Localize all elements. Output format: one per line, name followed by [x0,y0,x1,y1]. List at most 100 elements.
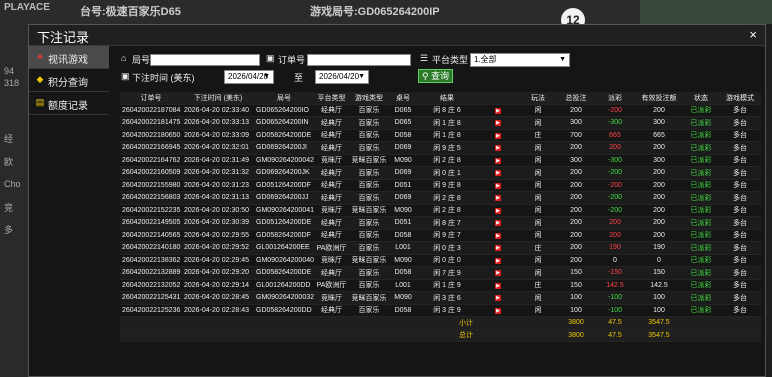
cell-game-no: GD069264200JK [254,166,314,180]
cell-table-no: D058 [389,229,417,242]
col-status[interactable]: 状态 [683,92,719,105]
cell-valid-bet: 200 [635,216,683,230]
sidebar-item-credit[interactable]: ▤ 额度记录 [29,92,109,115]
cell-result: 闲 2 庄 8 [417,191,477,205]
cell-game-mode: 多台 [719,229,761,242]
table-row: 260420022125236 2026-04-20 02:28:43 GD0582… [120,304,761,317]
order-no-label: 订单号 [278,55,306,65]
play-replay-icon[interactable]: ▶ [495,307,501,314]
col-valid-bet[interactable]: 有效投注额 [635,92,683,105]
play-replay-icon[interactable]: ▶ [495,195,501,202]
table-row: 260420022181475 2026-04-20 02:33:13 GD0652… [120,116,761,130]
play-replay-icon[interactable]: ▶ [495,282,501,289]
sidebar-item-points[interactable]: ◆ 积分查询 [29,69,109,92]
close-icon[interactable]: × [749,27,757,42]
date-from-value: 2026/04/20 [228,72,269,81]
summary-total-bet: 3800 [557,316,595,330]
cell-bet-time: 2026-04-20 02:29:45 [182,254,254,267]
play-replay-icon[interactable]: ▶ [495,170,501,177]
play-replay-icon[interactable]: ▶ [495,132,501,139]
summary-valid-bet: 3547.5 [635,316,683,330]
col-game-no[interactable]: 局号 [254,92,314,105]
col-bet-time[interactable]: 下注时间 (美东) [182,92,254,105]
cell-order-no: 260420022149505 [120,216,182,230]
cell-game-type: 百家乐 [349,304,389,317]
cell-bet-time: 2026-04-20 02:28:45 [182,291,254,305]
col-result[interactable]: 结果 [417,92,477,105]
cell-payout: 200 [595,216,635,230]
document-icon: ▤ [35,97,45,107]
cell-order-no: 260420022155980 [120,179,182,192]
table-row: 260420022140180 2026-04-20 02:29:52 GL0012… [120,241,761,255]
sidebar-item-video-games[interactable]: ♠ 视讯游戏 [29,46,109,69]
cell-game-mode: 多台 [719,179,761,192]
col-game-type[interactable]: 游戏类型 [349,92,389,105]
cell-status: 已派彩 [683,304,719,317]
cell-game-no: GD058264200DF [254,229,314,242]
play-replay-icon[interactable]: ▶ [495,232,501,239]
col-order-no[interactable]: 订单号 [120,92,182,105]
cell-order-no: 260420022140180 [120,241,182,255]
query-button[interactable]: ⚲ 查询 [418,69,453,83]
play-replay-icon[interactable]: ▶ [495,220,501,227]
cell-total-bet: 300 [557,116,595,130]
cell-platform: 竞眯厅 [314,254,349,267]
game-no-input[interactable] [150,54,260,66]
cell-status: 已派彩 [683,266,719,280]
cell-total-bet: 100 [557,304,595,317]
cell-platform: 经典厅 [314,304,349,317]
play-replay-icon[interactable]: ▶ [495,270,501,277]
cell-status: 已派彩 [683,116,719,130]
cell-order-no: 260420022160509 [120,166,182,180]
list-icon: ☰ [420,53,429,63]
date-from-select[interactable]: 2026/04/20 ▼ [224,70,274,84]
cell-game-type: 百家乐 [349,241,389,255]
play-replay-icon[interactable]: ▶ [495,207,501,214]
play-replay-icon[interactable]: ▶ [495,295,501,302]
play-replay-icon[interactable]: ▶ [495,157,501,164]
date-to-select[interactable]: 2026/04/20 ▼ [315,70,369,84]
table-row: 260420022160509 2026-04-20 02:31:32 GD0692… [120,166,761,180]
cell-platform: 经典厅 [314,191,349,205]
play-replay-icon[interactable]: ▶ [495,145,501,152]
col-table-no[interactable]: 桌号 [389,92,417,105]
cell-game-type: 百家乐 [349,179,389,192]
play-replay-icon[interactable]: ▶ [495,257,501,264]
cell-game-mode: 多台 [719,279,761,292]
cell-game-mode: 多台 [719,141,761,155]
order-no-input[interactable] [307,54,411,66]
cell-game-type: 竞眯百家乐 [349,254,389,267]
cell-replay: ▶ [477,154,519,167]
table-label: 台号:极速百家乐D65 [80,6,181,18]
cell-bet-type: 闲 [519,166,557,180]
play-replay-icon[interactable]: ▶ [495,245,501,252]
cell-order-no: 260420022164762 [120,154,182,167]
cell-game-mode: 多台 [719,104,761,117]
cell-game-mode: 多台 [719,116,761,130]
summary-empty [719,329,761,342]
cell-order-no: 260420022132052 [120,279,182,292]
cell-replay: ▶ [477,129,519,142]
platform-type-select[interactable]: 1.全部 ▼ [470,53,570,67]
table-row: 260420022152235 2026-04-20 02:30:50 GM0902… [120,204,761,217]
play-replay-icon[interactable]: ▶ [495,182,501,189]
cell-status: 已派彩 [683,204,719,217]
calendar-icon: ▣ [266,53,275,63]
play-replay-icon[interactable]: ▶ [495,120,501,127]
side-text: Cho [4,179,21,189]
cell-replay: ▶ [477,229,519,242]
cell-result: 闲 3 庄 9 [417,304,477,317]
summary-empty [683,329,719,342]
col-game-mode[interactable]: 游戏模式 [719,92,761,105]
cell-game-mode: 多台 [719,129,761,142]
play-replay-icon[interactable]: ▶ [495,107,501,114]
col-payout[interactable]: 派彩 [595,92,635,105]
cell-order-no: 260420022181475 [120,116,182,130]
col-bet-type[interactable]: 玩法 [519,92,557,105]
cell-game-mode: 多台 [719,216,761,230]
col-platform[interactable]: 平台类型 [314,92,349,105]
cell-valid-bet: 200 [635,229,683,242]
cell-result: 闲 1 庄 8 [417,129,477,142]
table-row: 260420022180650 2026-04-20 02:33:09 GD0582… [120,129,761,142]
col-total-bet[interactable]: 总投注 [557,92,595,105]
